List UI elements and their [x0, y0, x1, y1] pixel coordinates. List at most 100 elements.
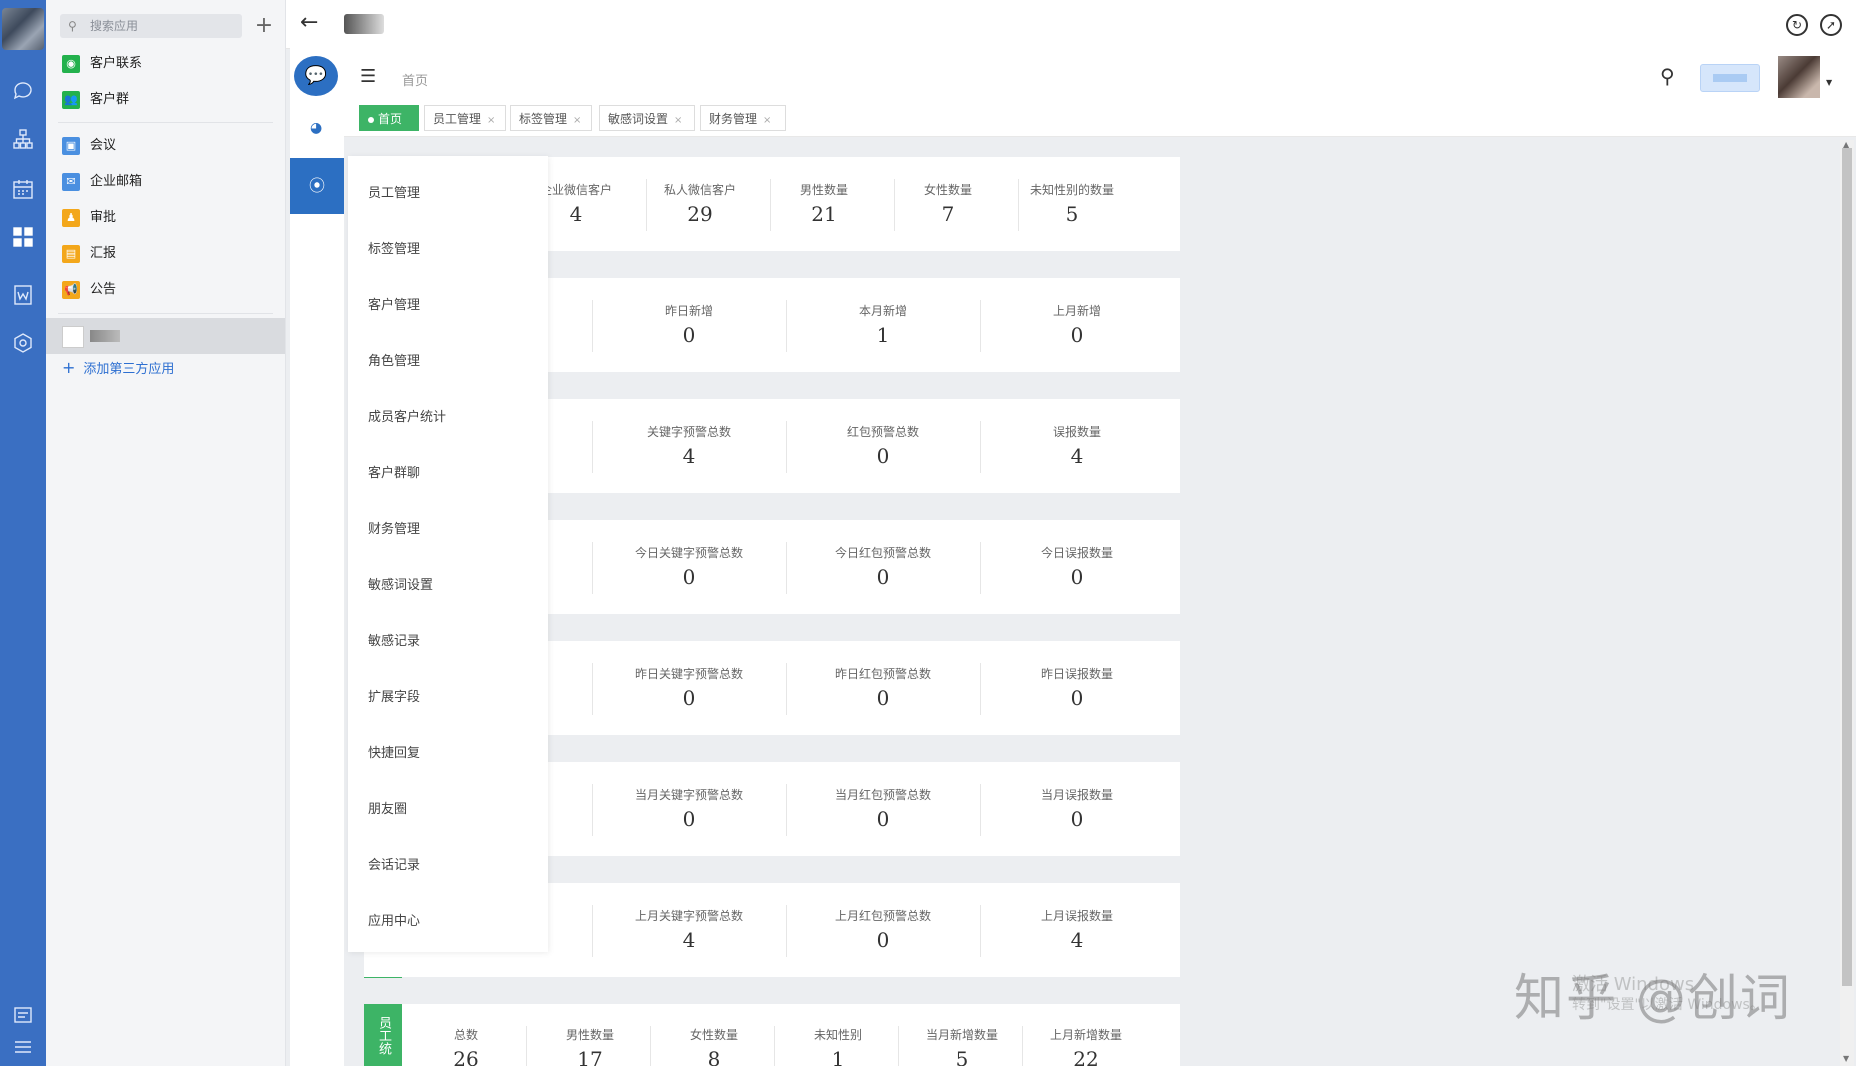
menu-item-sensitive-records[interactable]: 敏感记录 — [368, 630, 420, 649]
stat-value: 17 — [577, 1047, 603, 1066]
menu-item-chat-records[interactable]: 会话记录 — [368, 854, 420, 873]
stat-value: 0 — [682, 686, 696, 710]
close-icon[interactable]: × — [573, 115, 581, 126]
stat-value: 0 — [682, 807, 696, 831]
stat-label: 今日关键字预警总数 — [634, 546, 743, 560]
menu-item-member-stats[interactable]: 成员客户统计 — [368, 406, 446, 425]
menu-icon[interactable] — [12, 1036, 34, 1058]
tab-home[interactable]: 首页 — [359, 105, 419, 131]
stat-cell: 当月红包预警总数 0 — [786, 786, 980, 831]
stat-cell: 昨日误报数量 0 — [980, 665, 1174, 710]
chevron-down-icon[interactable]: ▼ — [1826, 78, 1832, 87]
stat-label: 关键字预警总数 — [646, 425, 731, 439]
stat-cell: 红包预警总数 0 — [786, 423, 980, 468]
stat-value: 4 — [682, 928, 696, 952]
user-avatar[interactable] — [2, 8, 44, 50]
stat-value: 5 — [1065, 202, 1079, 226]
refresh-icon[interactable]: ↻ — [1786, 14, 1808, 36]
divider — [650, 1026, 651, 1066]
app-item-custom[interactable] — [46, 318, 285, 354]
menu-item-employee[interactable]: 员工管理 — [368, 182, 420, 201]
app-item-customer-contact[interactable]: ◉ 客户联系 — [46, 47, 285, 81]
stat-label: 当月误报数量 — [1040, 788, 1113, 802]
stat-value: 0 — [682, 565, 696, 589]
divider — [526, 1026, 527, 1066]
scroll-down-icon[interactable]: ▼ — [1843, 1054, 1849, 1063]
stat-label: 上月新增数量 — [1049, 1028, 1122, 1042]
notes-icon[interactable] — [12, 1004, 34, 1026]
app-item-label: 汇报 — [90, 246, 117, 261]
doc-icon[interactable] — [12, 284, 34, 306]
approval-icon: ♟ — [62, 209, 80, 227]
stat-label: 今日红包预警总数 — [834, 546, 931, 560]
menu-item-finance[interactable]: 财务管理 — [368, 518, 420, 537]
stat-label: 今日误报数量 — [1040, 546, 1113, 560]
mail-icon: ✉ — [62, 173, 80, 191]
employee-stats-card: 员工统 总数 26 男性数量 17 女性数量 8 未知性别 1 当月新增数量 5… — [364, 1004, 1180, 1066]
menu-item-roles[interactable]: 角色管理 — [368, 350, 420, 369]
add-app-button[interactable]: + — [252, 14, 276, 38]
window-topbar: ← ↻ ➚ — [286, 0, 1856, 49]
menu-item-extended-fields[interactable]: 扩展字段 — [368, 686, 420, 705]
tab-label: 敏感词设置 — [608, 112, 669, 126]
app-item-approval[interactable]: ♟ 审批 — [46, 201, 285, 235]
stat-value: 0 — [876, 444, 890, 468]
stat-value: 22 — [1073, 1047, 1099, 1066]
add-third-party-app-link[interactable]: + 添加第三方应用 — [62, 358, 174, 377]
compass-icon[interactable]: ➚ — [1820, 14, 1842, 36]
workbench-icon[interactable] — [12, 226, 34, 248]
close-icon[interactable]: × — [763, 115, 771, 126]
menu-item-quick-reply[interactable]: 快捷回复 — [368, 742, 420, 761]
menu-item-customers[interactable]: 客户管理 — [368, 294, 420, 313]
tab-label: 财务管理 — [709, 112, 758, 126]
divider — [1022, 1026, 1023, 1066]
stat-cell: 私人微信客户 29 — [650, 181, 750, 226]
stat-cell: 上月红包预警总数 0 — [786, 907, 980, 952]
stat-cell: 女性数量 7 — [898, 181, 998, 226]
meeting-icon: ▣ — [62, 137, 80, 155]
calendar-icon[interactable] — [12, 178, 34, 200]
breadcrumb[interactable]: 首页 — [402, 70, 428, 89]
hexagon-icon[interactable] — [12, 332, 34, 354]
stat-label: 总数 — [453, 1028, 478, 1042]
tab-label: 员工管理 — [433, 112, 482, 126]
stat-label: 上月关键字预警总数 — [634, 909, 743, 923]
stat-cell: 当月误报数量 0 — [980, 786, 1174, 831]
org-chart-icon[interactable] — [12, 128, 34, 150]
close-icon[interactable]: × — [487, 115, 495, 126]
stat-label: 男性数量 — [565, 1028, 614, 1042]
stat-cell: 上月误报数量 4 — [980, 907, 1174, 952]
app-item-report[interactable]: ▤ 汇报 — [46, 237, 285, 271]
header-search-icon[interactable]: ⚲ — [1660, 64, 1675, 88]
apps-pane: ⚲ 搜索应用 + ◉ 客户联系 👥 客户群 ▣ 会议 ✉ 企业邮箱 ♟ 审批 ▤… — [46, 0, 286, 1066]
app-item-mail[interactable]: ✉ 企业邮箱 — [46, 165, 285, 199]
message-icon[interactable] — [12, 80, 34, 102]
search-input[interactable]: ⚲ 搜索应用 — [60, 14, 242, 38]
tabs-row: 首页 员工管理 × 标签管理 × 敏感词设置 × 财务管理 × — [344, 104, 1856, 137]
scrollbar-thumb[interactable] — [1842, 148, 1852, 986]
wechat-nav-icon[interactable]: ⦿ — [290, 158, 344, 214]
tab-finance[interactable]: 财务管理 × — [700, 105, 786, 131]
menu-item-sensitive-words[interactable]: 敏感词设置 — [368, 574, 433, 593]
stat-label: 昨日关键字预警总数 — [634, 667, 743, 681]
menu-item-tags[interactable]: 标签管理 — [368, 238, 420, 257]
menu-item-app-center[interactable]: 应用中心 — [368, 910, 420, 929]
app-item-meeting[interactable]: ▣ 会议 — [46, 129, 285, 163]
menu-toggle-icon[interactable]: ☰ — [360, 66, 376, 87]
menu-item-moments[interactable]: 朋友圈 — [368, 798, 407, 817]
back-arrow-icon[interactable]: ← — [300, 10, 318, 35]
close-icon[interactable]: × — [674, 115, 682, 126]
app-item-customer-group[interactable]: 👥 客户群 — [46, 83, 285, 117]
app-item-announcement[interactable]: 📢 公告 — [46, 273, 285, 307]
stat-value: 0 — [682, 323, 696, 347]
stat-label: 上月红包预警总数 — [834, 909, 931, 923]
tab-sensitive-words[interactable]: 敏感词设置 × — [599, 105, 695, 131]
tab-employee[interactable]: 员工管理 × — [424, 105, 506, 131]
header-avatar[interactable] — [1778, 56, 1820, 98]
dashboard-icon[interactable]: ◕ — [310, 120, 322, 136]
header-action-button[interactable] — [1700, 64, 1760, 92]
menu-item-customer-groups[interactable]: 客户群聊 — [368, 462, 420, 481]
divider — [58, 313, 273, 314]
tab-tags[interactable]: 标签管理 × — [510, 105, 592, 131]
vertical-scrollbar[interactable]: ▲ ▼ — [1840, 140, 1854, 1066]
